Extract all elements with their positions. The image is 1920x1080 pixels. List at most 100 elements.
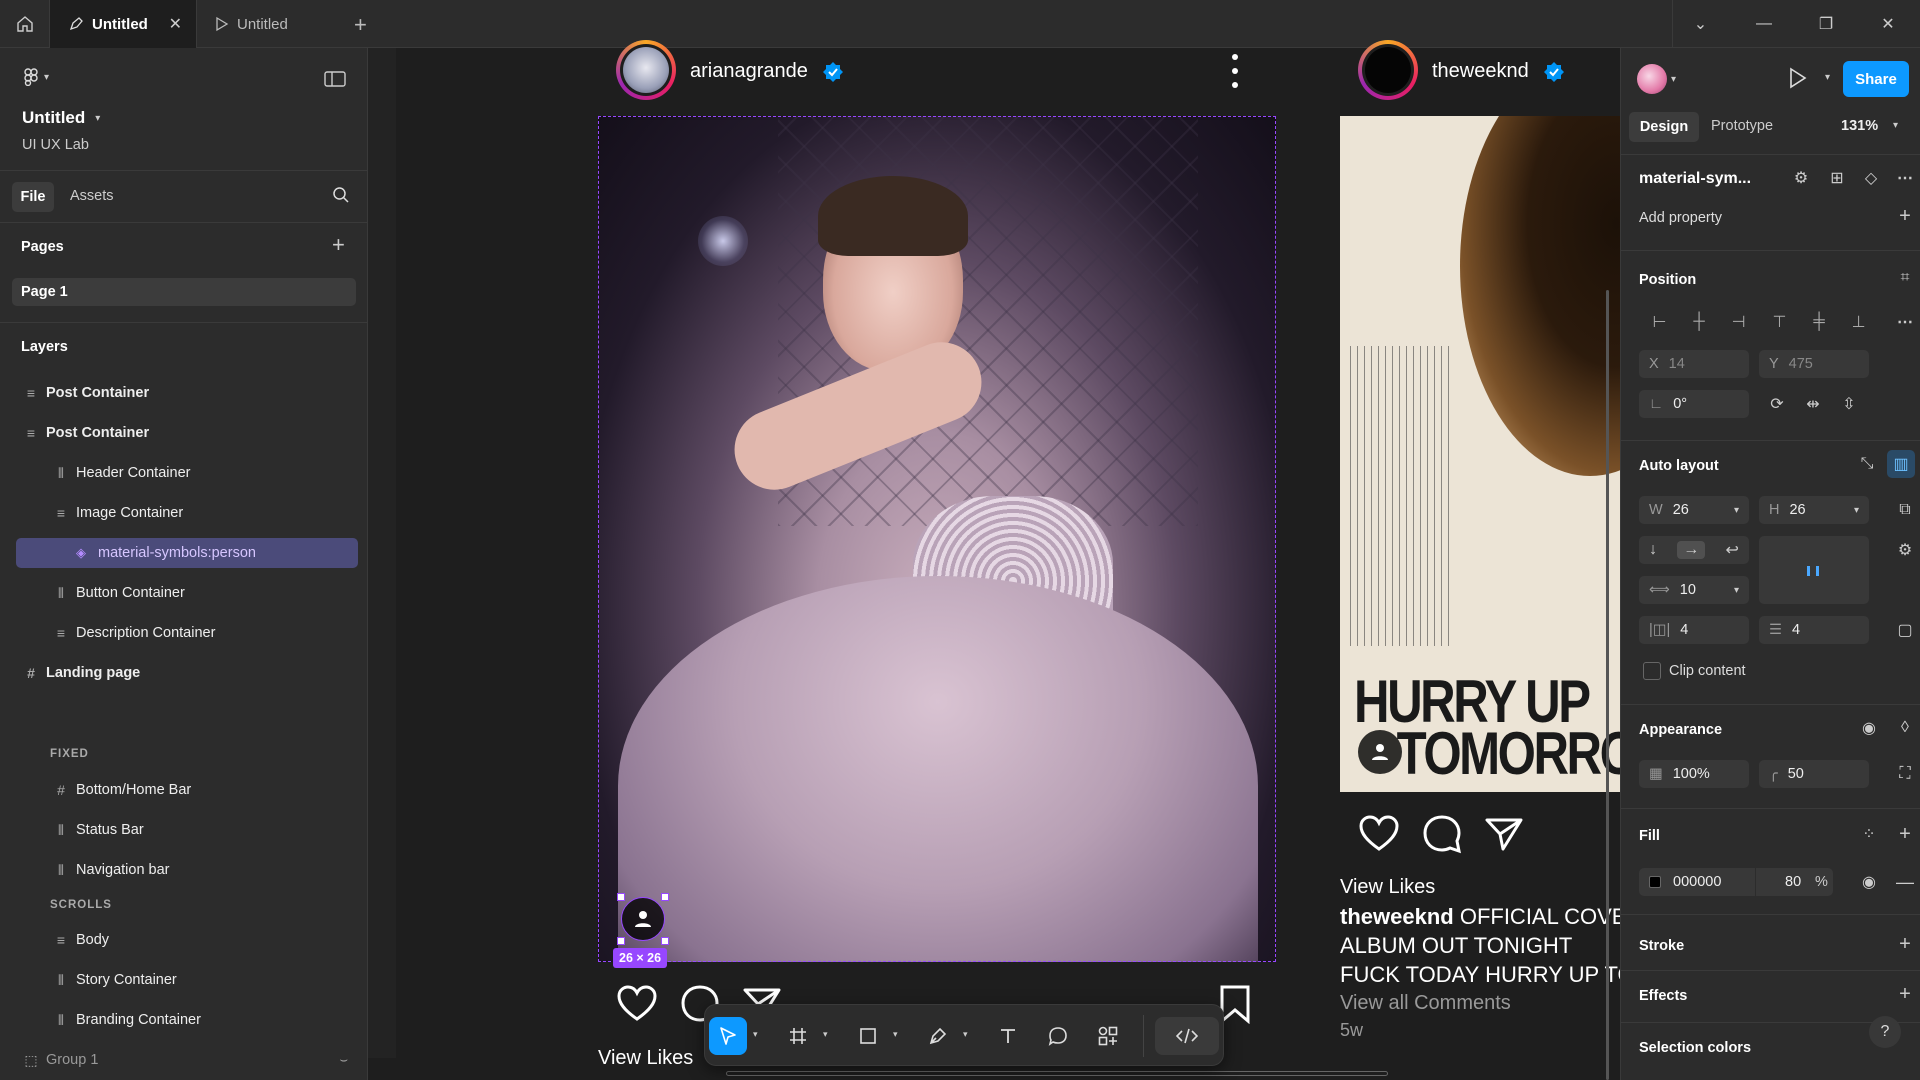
eye-visibility-icon[interactable]: ◉	[1855, 714, 1883, 742]
variants-grid-icon[interactable]: ⊞	[1823, 164, 1851, 192]
view-likes-link[interactable]: View Likes	[598, 1047, 693, 1070]
component-diamond-icon[interactable]: ◇	[1857, 164, 1885, 192]
tabs-dropdown-chevron-icon[interactable]: ⌄	[1672, 0, 1728, 48]
layer-branding-container[interactable]: ⫴ Branding Container	[46, 1005, 358, 1035]
page-item-page-1[interactable]: Page 1	[12, 278, 356, 306]
instance-settings-icon[interactable]: ⚙	[1787, 164, 1815, 192]
comment-icon[interactable]	[1421, 814, 1463, 854]
collapse-icon[interactable]: ⤡	[1853, 450, 1881, 478]
layer-material-symbols-person[interactable]: ◈ material-symbols:person	[16, 538, 358, 568]
component-name[interactable]: material-sym...	[1639, 170, 1751, 188]
avatar[interactable]	[616, 40, 676, 100]
individual-padding-icon[interactable]: ▢	[1891, 616, 1919, 644]
fill-color-field[interactable]: 000000 80 %	[1639, 868, 1833, 896]
add-fill-plus-icon[interactable]: +	[1891, 820, 1919, 848]
text-tool-button[interactable]	[989, 1017, 1027, 1055]
chevron-down-icon[interactable]: ▾	[1893, 120, 1898, 131]
comment-tool-button[interactable]	[1039, 1017, 1077, 1055]
vertical-padding-field[interactable]: ☰ 4	[1759, 616, 1869, 644]
add-stroke-plus-icon[interactable]: +	[1891, 930, 1919, 958]
hidden-eye-icon[interactable]: ⌣	[339, 1052, 348, 1068]
like-heart-icon[interactable]	[1358, 814, 1400, 852]
resizing-icon[interactable]: ⧉	[1891, 496, 1919, 524]
gap-field[interactable]: ⟺ 10 ▾	[1639, 576, 1749, 604]
chevron-down-icon[interactable]: ▾	[753, 1029, 758, 1040]
post-image-album-cover[interactable]: HURRY UP TOMORRO	[1340, 116, 1622, 792]
tab-design-file[interactable]: Untitled ✕	[50, 0, 197, 48]
dev-mode-toggle[interactable]	[1155, 1017, 1219, 1055]
file-name-menu[interactable]: Untitled ▾	[22, 108, 100, 128]
flip-horizontal-icon[interactable]: ⇹	[1799, 390, 1827, 418]
tab-prototype-file[interactable]: Untitled	[197, 0, 337, 48]
resize-handle[interactable]	[617, 893, 625, 901]
more-options-icon[interactable]: ⋯	[1891, 164, 1919, 192]
horizontal-scrollbar[interactable]	[726, 1071, 1388, 1076]
rotation-field[interactable]: ∟ 0°	[1639, 390, 1749, 418]
chevron-down-icon[interactable]: ▾	[823, 1029, 828, 1040]
view-comments-link[interactable]: View all Comments	[1340, 992, 1511, 1015]
close-window-icon[interactable]: ✕	[1860, 0, 1916, 48]
x-position-field[interactable]: X 14	[1639, 350, 1749, 378]
align-bottom-icon[interactable]: ⊥	[1852, 312, 1866, 332]
add-effect-plus-icon[interactable]: +	[1891, 980, 1919, 1008]
color-swatch[interactable]	[1649, 876, 1661, 888]
alignment-grid[interactable]	[1759, 536, 1869, 604]
more-options-icon[interactable]: ⋯	[1891, 308, 1919, 336]
main-menu-button[interactable]: ▾	[22, 68, 49, 86]
chevron-down-icon[interactable]: ▾	[963, 1029, 968, 1040]
pen-tool-button[interactable]	[919, 1017, 957, 1055]
layer-landing-page[interactable]: # Landing page	[16, 658, 358, 688]
rotate-icon[interactable]: ⟳	[1763, 390, 1791, 418]
resize-handle[interactable]	[661, 937, 669, 945]
close-tab-icon[interactable]: ✕	[169, 14, 182, 34]
align-left-icon[interactable]: ⊢	[1652, 312, 1666, 332]
remove-fill-minus-icon[interactable]: —	[1891, 868, 1919, 896]
resize-handle[interactable]	[661, 893, 669, 901]
direction-wrap-icon[interactable]: ↩	[1725, 540, 1738, 560]
y-position-field[interactable]: Y 475	[1759, 350, 1869, 378]
independent-corners-icon[interactable]: ⛶	[1891, 760, 1919, 788]
share-send-icon[interactable]	[1484, 816, 1524, 852]
layer-story-container[interactable]: ⫴ Story Container	[46, 965, 358, 995]
tab-design[interactable]: Design	[1629, 112, 1699, 142]
rectangle-tool-button[interactable]	[849, 1017, 887, 1055]
tab-assets[interactable]: Assets	[70, 188, 114, 204]
add-page-plus-icon[interactable]: +	[332, 232, 345, 258]
layer-image-container[interactable]: ≡ Image Container	[46, 498, 358, 528]
auto-layout-toggle-icon[interactable]: ▥	[1887, 450, 1915, 478]
layer-post-container[interactable]: ≡ Post Container	[16, 378, 358, 408]
search-icon[interactable]	[332, 186, 350, 209]
layer-button-container[interactable]: ⫴ Button Container	[46, 578, 358, 608]
avatar[interactable]	[1358, 40, 1418, 100]
canvas-scrollbar[interactable]	[1606, 290, 1609, 1080]
layer-header-container[interactable]: ⫴ Header Container	[46, 458, 358, 488]
frame-tool-button[interactable]	[779, 1017, 817, 1055]
layer-group-1[interactable]: ⬚ Group 1 ⌣	[16, 1045, 358, 1075]
person-tag-button[interactable]	[1358, 730, 1402, 774]
layer-description-container[interactable]: ≡ Description Container	[46, 618, 358, 648]
layer-body[interactable]: ≡ Body	[46, 925, 358, 955]
home-button[interactable]	[0, 0, 50, 48]
more-options-icon[interactable]	[1232, 54, 1238, 88]
post-image[interactable]	[598, 116, 1276, 962]
blend-mode-drop-icon[interactable]: ◊	[1891, 714, 1919, 742]
vertical-align-group[interactable]: ⊤ ╪ ⊥	[1759, 306, 1879, 338]
align-right-icon[interactable]: ⊣	[1732, 312, 1746, 332]
styles-grid-icon[interactable]: ⁘	[1855, 820, 1883, 848]
user-avatar-menu[interactable]: ▾	[1637, 64, 1676, 94]
move-tool-button[interactable]	[709, 1017, 747, 1055]
align-center-h-icon[interactable]: ┼	[1693, 313, 1704, 331]
constraints-icon[interactable]: ⌗	[1891, 264, 1919, 292]
opacity-field[interactable]: ▦ 100%	[1639, 760, 1749, 788]
restore-icon[interactable]: ❐	[1798, 0, 1854, 48]
layer-navigation-bar[interactable]: ⫴ Navigation bar	[46, 855, 358, 885]
add-property-label[interactable]: Add property	[1639, 210, 1722, 226]
tab-prototype[interactable]: Prototype	[1711, 118, 1773, 134]
resize-handle[interactable]	[617, 937, 625, 945]
layer-bottom-home-bar[interactable]: # Bottom/Home Bar	[46, 775, 358, 805]
direction-toggle-group[interactable]: ↓ → ↩	[1639, 536, 1749, 564]
horizontal-padding-field[interactable]: |◫| 4	[1639, 616, 1749, 644]
share-button[interactable]: Share	[1843, 61, 1909, 97]
clip-content-checkbox[interactable]	[1643, 662, 1661, 680]
like-heart-icon[interactable]	[616, 984, 658, 1022]
